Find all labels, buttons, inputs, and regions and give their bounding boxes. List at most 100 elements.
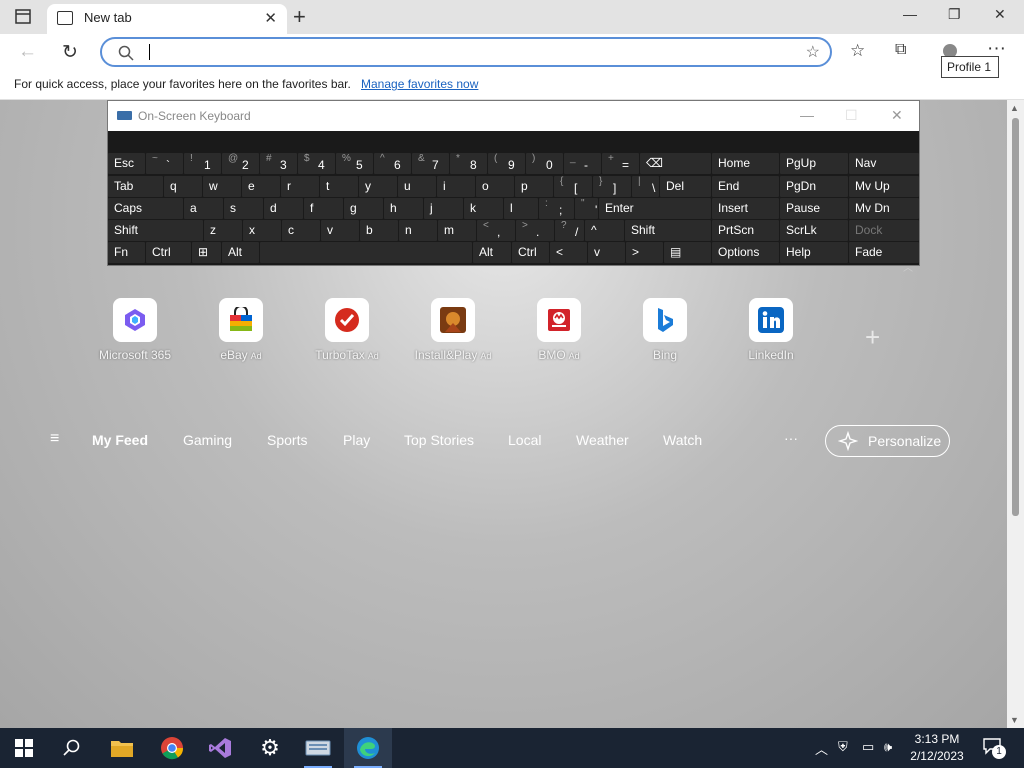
- osk-key[interactable]: <: [550, 242, 587, 263]
- close-tab-icon[interactable]: ✕: [264, 9, 277, 27]
- quick-link-tile[interactable]: BMO Ad: [514, 298, 604, 362]
- osk-key[interactable]: Caps: [108, 198, 183, 219]
- osk-key[interactable]: Home: [712, 153, 779, 174]
- osk-key[interactable]: Nav: [849, 153, 919, 174]
- show-hidden-icons[interactable]: ︿: [815, 739, 828, 758]
- feed-tab[interactable]: Play: [343, 432, 370, 448]
- osk-key[interactable]: l: [504, 198, 538, 219]
- address-bar[interactable]: ☆: [100, 37, 832, 67]
- osk-key[interactable]: ) 0: [526, 153, 563, 174]
- osk-key[interactable]: Enter: [599, 198, 711, 219]
- search-taskbar-button[interactable]: [48, 728, 96, 768]
- osk-key[interactable]: Mv Dn: [849, 198, 919, 219]
- osk-key[interactable]: z: [204, 220, 242, 241]
- osk-key[interactable]: o: [476, 176, 514, 197]
- osk-close-button[interactable]: ✕: [891, 107, 903, 124]
- osk-key[interactable]: u: [398, 176, 436, 197]
- osk-key[interactable]: w: [203, 176, 241, 197]
- osk-key[interactable]: ▤: [664, 242, 711, 263]
- osk-key[interactable]: t: [320, 176, 358, 197]
- scrollbar[interactable]: ▲ ▼: [1007, 100, 1024, 728]
- start-button[interactable]: [0, 728, 48, 768]
- osk-key[interactable]: Insert: [712, 198, 779, 219]
- osk-key[interactable]: Tab: [108, 176, 163, 197]
- osk-key[interactable]: ~ `: [146, 153, 183, 174]
- osk-key[interactable]: " ': [575, 198, 598, 219]
- refresh-button[interactable]: ↻: [62, 41, 78, 64]
- close-window-button[interactable]: ✕: [994, 6, 1006, 23]
- osk-key[interactable]: Shift: [625, 220, 711, 241]
- feed-tab[interactable]: My Feed: [92, 432, 148, 448]
- osk-key[interactable]: + =: [602, 153, 639, 174]
- manage-favorites-link[interactable]: Manage favorites now: [361, 77, 478, 91]
- osk-key[interactable]: Alt: [473, 242, 511, 263]
- osk-key[interactable]: Alt: [222, 242, 259, 263]
- osk-key[interactable]: Ctrl: [146, 242, 191, 263]
- tab-actions-icon[interactable]: [10, 8, 38, 26]
- clock[interactable]: 3:13 PM 2/12/2023: [906, 731, 968, 765]
- chrome-button[interactable]: [148, 728, 196, 768]
- osk-key[interactable]: @2: [222, 153, 259, 174]
- notification-center-button[interactable]: 1: [982, 737, 1006, 759]
- osk-key[interactable]: Mv Up: [849, 176, 919, 197]
- osk-key[interactable]: a: [184, 198, 223, 219]
- security-icon[interactable]: ⛨: [838, 739, 848, 755]
- scroll-up-icon[interactable]: ▲: [1010, 103, 1019, 113]
- osk-titlebar[interactable]: On-Screen Keyboard — ☐ ✕: [108, 101, 919, 131]
- personalize-button[interactable]: Personalize: [825, 425, 950, 457]
- osk-key[interactable]: ^ 6: [374, 153, 411, 174]
- favorites-icon[interactable]: ☆: [850, 41, 865, 61]
- quick-link-tile[interactable]: Microsoft 365: [90, 298, 180, 362]
- osk-key[interactable]: ⊞: [192, 242, 221, 263]
- osk-key[interactable]: ? /: [555, 220, 584, 241]
- file-explorer-button[interactable]: [98, 728, 146, 768]
- osk-key[interactable]: & 7: [412, 153, 449, 174]
- settings-button[interactable]: ⚙: [246, 728, 294, 768]
- active-tab[interactable]: New tab ✕: [47, 4, 287, 34]
- osk-key[interactable]: PgUp: [780, 153, 848, 174]
- feed-tab[interactable]: Sports: [267, 432, 307, 448]
- osk-key[interactable]: Shift: [108, 220, 203, 241]
- osk-key[interactable]: Esc: [108, 153, 145, 174]
- network-icon[interactable]: ▭: [862, 739, 874, 755]
- scroll-down-icon[interactable]: ▼: [1010, 715, 1019, 725]
- osk-key[interactable]: PrtScn: [712, 220, 779, 241]
- quick-link-tile[interactable]: LinkedIn: [726, 298, 816, 362]
- osk-key[interactable]: >: [626, 242, 663, 263]
- osk-key[interactable]: Dock: [849, 220, 919, 241]
- feed-tab[interactable]: Local: [508, 432, 541, 448]
- osk-key[interactable]: f: [304, 198, 343, 219]
- feed-more-button[interactable]: ···: [784, 430, 798, 446]
- osk-key[interactable]: i: [437, 176, 475, 197]
- osk-key[interactable]: h: [384, 198, 423, 219]
- quick-link-tile[interactable]: TurboTax Ad: [302, 298, 392, 362]
- osk-key[interactable]: >.: [516, 220, 554, 241]
- osk-key[interactable]: Del: [660, 176, 711, 197]
- visual-studio-button[interactable]: [196, 728, 244, 768]
- osk-key[interactable]: j: [424, 198, 463, 219]
- osk-key[interactable]: s: [224, 198, 263, 219]
- osk-key[interactable]: }]: [593, 176, 631, 197]
- osk-key[interactable]: [260, 242, 472, 263]
- hamburger-menu-icon[interactable]: ≡: [50, 430, 59, 448]
- osk-key[interactable]: Help: [780, 242, 848, 263]
- osk-key[interactable]: v: [321, 220, 359, 241]
- osk-key[interactable]: b: [360, 220, 398, 241]
- new-tab-button[interactable]: +: [293, 4, 306, 30]
- osk-minimize-button[interactable]: —: [800, 107, 814, 123]
- osk-key[interactable]: r: [281, 176, 319, 197]
- osk-key[interactable]: $4: [298, 153, 335, 174]
- osk-key[interactable]: ^: [585, 220, 624, 241]
- osk-key[interactable]: n: [399, 220, 437, 241]
- osk-key[interactable]: x: [243, 220, 281, 241]
- feed-tab[interactable]: Top Stories: [404, 432, 474, 448]
- osk-key[interactable]: ScrLk: [780, 220, 848, 241]
- osk-key[interactable]: * 8: [450, 153, 487, 174]
- minimize-button[interactable]: —: [903, 6, 917, 22]
- osk-key[interactable]: Ctrl: [512, 242, 549, 263]
- osk-key[interactable]: c: [282, 220, 320, 241]
- osk-key[interactable]: (9: [488, 153, 525, 174]
- osk-key[interactable]: | \: [632, 176, 659, 197]
- osk-key[interactable]: End: [712, 176, 779, 197]
- osk-key[interactable]: Fade: [849, 242, 919, 263]
